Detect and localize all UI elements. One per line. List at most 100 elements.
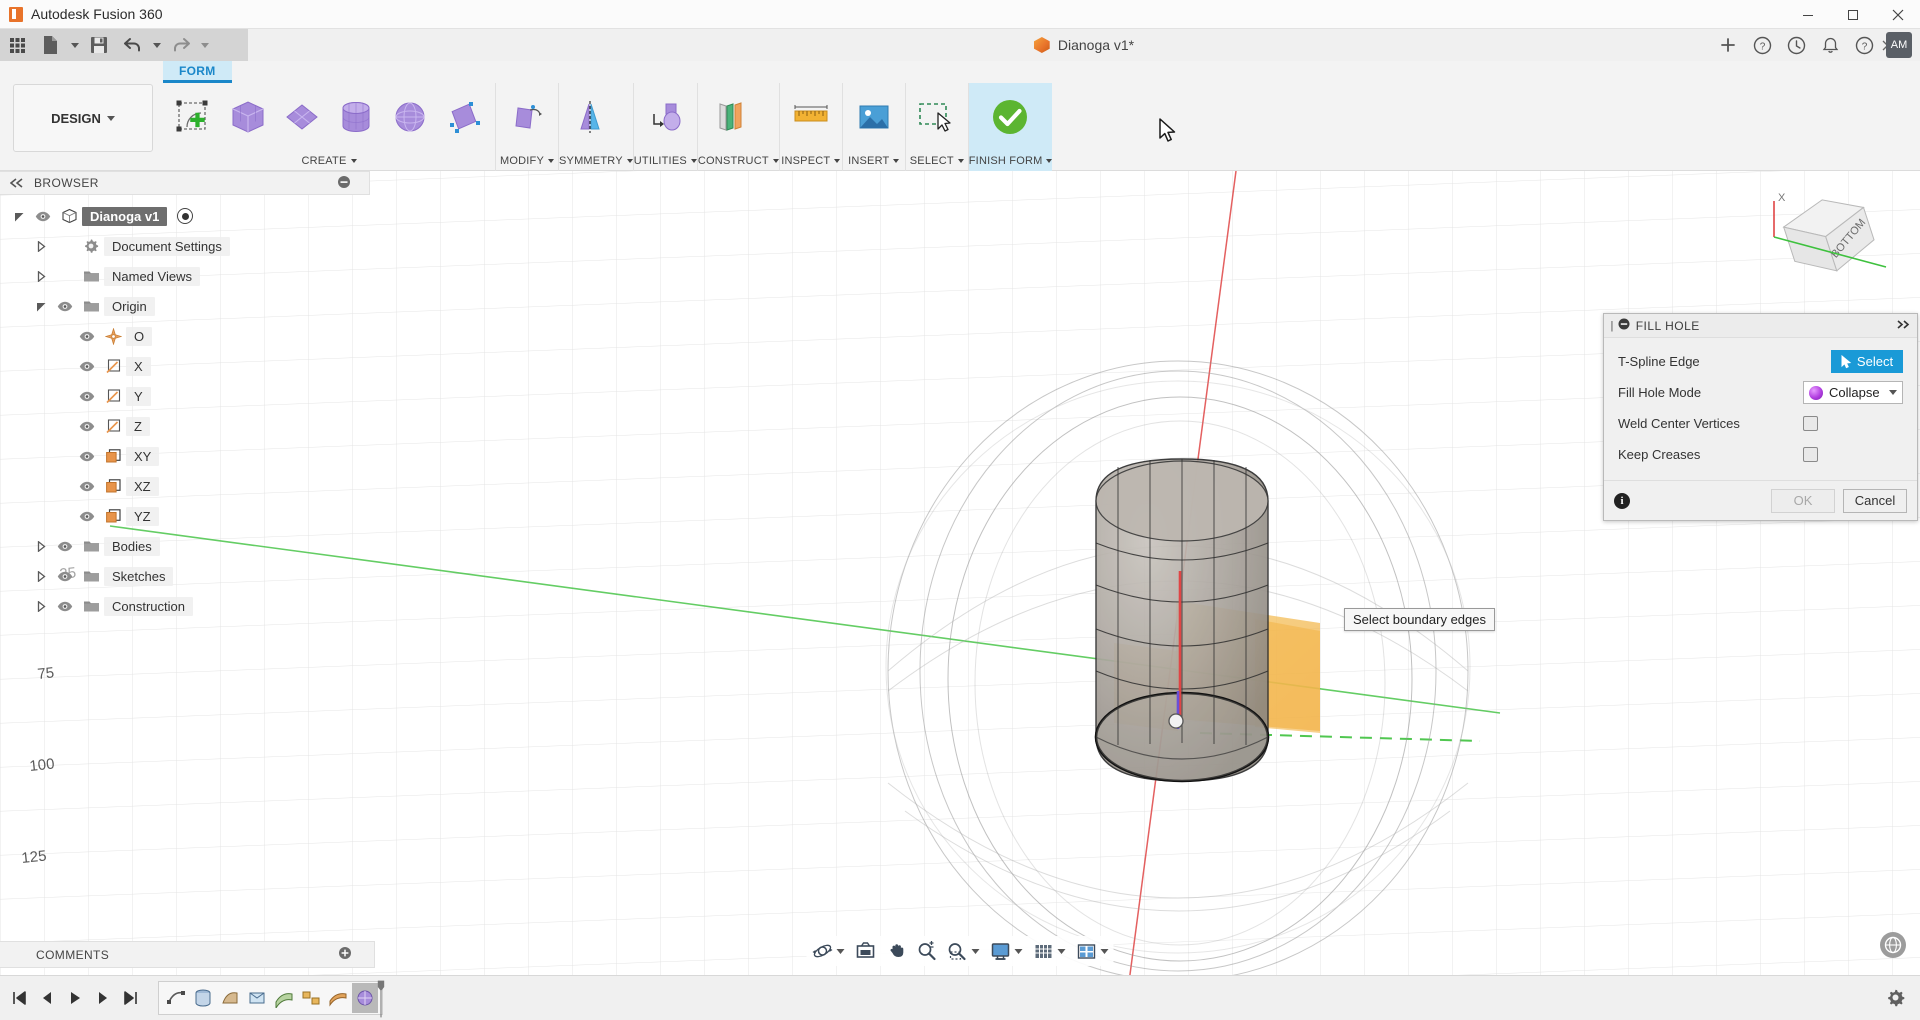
- question-circle-icon[interactable]: ?: [1746, 29, 1778, 61]
- browser-tree-item-yz[interactable]: YZ: [0, 501, 375, 531]
- weld-center-vertices-checkbox[interactable]: [1803, 416, 1818, 431]
- timeline-feature-8[interactable]: [352, 983, 378, 1013]
- visibility-eye-icon[interactable]: [52, 541, 78, 552]
- browser-tree-item-x[interactable]: X: [0, 351, 375, 381]
- browser-collapse-icon[interactable]: [337, 175, 351, 192]
- timeline-track[interactable]: [158, 980, 385, 1018]
- drag-grip-icon[interactable]: ||: [1610, 320, 1613, 332]
- ribbon-group-label-utilities[interactable]: UTILITIES: [634, 151, 697, 171]
- offset-plane-button[interactable]: [702, 86, 756, 148]
- view-cube[interactable]: BOTTOM X: [1760, 181, 1890, 301]
- create-form-button[interactable]: [167, 86, 221, 148]
- browser-tree-item-sketches[interactable]: Sketches: [0, 561, 375, 591]
- step-forward-button[interactable]: [90, 983, 116, 1013]
- browser-tree-item-z[interactable]: Z: [0, 411, 375, 441]
- fit-view-button[interactable]: [850, 936, 882, 966]
- jump-end-button[interactable]: [118, 983, 144, 1013]
- measure-button[interactable]: [784, 86, 838, 148]
- timeline-feature-1[interactable]: [163, 983, 189, 1013]
- zoom-window-button[interactable]: [942, 936, 985, 966]
- jump-start-button[interactable]: [6, 983, 32, 1013]
- timeline-feature-7[interactable]: [325, 983, 351, 1013]
- visibility-eye-icon[interactable]: [74, 361, 100, 372]
- ribbon-group-label-modify[interactable]: MODIFY: [496, 151, 558, 171]
- cylinder-button[interactable]: [329, 86, 383, 148]
- grid-snap-button[interactable]: [1028, 936, 1071, 966]
- insert-image-button[interactable]: [847, 86, 901, 148]
- bell-icon[interactable]: [1814, 29, 1846, 61]
- visibility-eye-icon[interactable]: [74, 511, 100, 522]
- display-settings-button[interactable]: [985, 936, 1028, 966]
- keep-creases-checkbox[interactable]: [1803, 447, 1818, 462]
- activate-component-radio[interactable]: [177, 208, 194, 224]
- tree-twisty-closed-icon[interactable]: [30, 600, 52, 612]
- sphere-button[interactable]: [383, 86, 437, 148]
- tree-twisty-closed-icon[interactable]: [30, 570, 52, 582]
- avatar[interactable]: AM: [1886, 32, 1912, 58]
- cancel-button[interactable]: Cancel: [1843, 488, 1907, 513]
- undo-caret[interactable]: [150, 29, 164, 61]
- visibility-eye-icon[interactable]: [74, 481, 100, 492]
- tree-twisty-closed-icon[interactable]: [30, 270, 52, 282]
- ribbon-group-label-create[interactable]: CREATE: [163, 151, 495, 171]
- save-icon[interactable]: [82, 29, 116, 61]
- fill-hole-mode-select[interactable]: Collapse: [1803, 381, 1903, 404]
- convert-button[interactable]: [638, 86, 692, 148]
- ribbon-group-label-symmetry[interactable]: SYMMETRY: [559, 151, 633, 171]
- ok-button[interactable]: OK: [1771, 488, 1835, 513]
- document-tab[interactable]: Dianoga v1*: [1033, 37, 1134, 53]
- plus-circle-icon[interactable]: [338, 946, 352, 963]
- browser-tree-item-document-settings[interactable]: Document Settings: [0, 231, 375, 261]
- chevron-down-icon[interactable]: [1889, 390, 1897, 395]
- clock-icon[interactable]: [1780, 29, 1812, 61]
- mirror-internal-button[interactable]: [563, 86, 617, 148]
- timeline-feature-4[interactable]: [244, 983, 270, 1013]
- timeline-feature-6[interactable]: [298, 983, 324, 1013]
- undo-icon[interactable]: [116, 29, 150, 61]
- browser-tree-item-xy[interactable]: XY: [0, 441, 375, 471]
- ribbon-group-label-finish-form[interactable]: FINISH FORM: [969, 151, 1053, 171]
- viewports-button[interactable]: [1071, 936, 1114, 966]
- browser-tree-item-construction[interactable]: Construction: [0, 591, 375, 621]
- tree-twisty-open-icon[interactable]: [30, 301, 52, 312]
- tspline-edge-select-button[interactable]: Select: [1831, 350, 1903, 373]
- browser-tree-item-o[interactable]: O: [0, 321, 375, 351]
- help-icon[interactable]: ?: [1848, 29, 1880, 61]
- zoom-button[interactable]: [912, 936, 942, 966]
- app-grid-icon[interactable]: [0, 29, 34, 61]
- collapse-left-icon[interactable]: [9, 176, 24, 191]
- timeline-feature-5[interactable]: [271, 983, 297, 1013]
- visibility-eye-icon[interactable]: [52, 571, 78, 582]
- ribbon-group-label-select[interactable]: SELECT: [906, 151, 968, 171]
- orbit-button[interactable]: [807, 936, 850, 966]
- new-document-icon[interactable]: [34, 29, 68, 61]
- info-icon[interactable]: i: [1614, 492, 1630, 509]
- workspace-selector[interactable]: DESIGN: [13, 84, 153, 152]
- timeline-feature-2[interactable]: [190, 983, 216, 1013]
- plane-button[interactable]: [275, 86, 329, 148]
- browser-tree-item-named-views[interactable]: Named Views: [0, 261, 375, 291]
- timeline-feature-3[interactable]: [217, 983, 243, 1013]
- redo-icon[interactable]: [164, 29, 198, 61]
- tab-form[interactable]: FORM: [163, 61, 232, 83]
- visibility-eye-icon[interactable]: [74, 421, 100, 432]
- tree-twisty-closed-icon[interactable]: [30, 540, 52, 552]
- new-document-caret[interactable]: [68, 29, 82, 61]
- ribbon-group-label-insert[interactable]: INSERT: [843, 151, 905, 171]
- visibility-eye-icon[interactable]: [30, 211, 56, 222]
- timeline-playhead[interactable]: [377, 978, 385, 1020]
- gear-icon[interactable]: [1884, 986, 1908, 1010]
- nav-globe-icon[interactable]: [1880, 932, 1906, 958]
- comments-panel[interactable]: COMMENTS: [0, 941, 375, 968]
- pan-hand-button[interactable]: [882, 936, 912, 966]
- visibility-eye-icon[interactable]: [74, 451, 100, 462]
- minus-circle-icon[interactable]: [1618, 318, 1630, 333]
- browser-tree-item-y[interactable]: Y: [0, 381, 375, 411]
- close-button[interactable]: [1875, 0, 1920, 29]
- tree-twisty-closed-icon[interactable]: [30, 240, 52, 252]
- ribbon-group-label-construct[interactable]: CONSTRUCT: [698, 151, 779, 171]
- browser-tree-item-origin[interactable]: Origin: [0, 291, 375, 321]
- browser-tree-item-xz[interactable]: XZ: [0, 471, 375, 501]
- visibility-eye-icon[interactable]: [74, 391, 100, 402]
- redo-caret[interactable]: [198, 29, 212, 61]
